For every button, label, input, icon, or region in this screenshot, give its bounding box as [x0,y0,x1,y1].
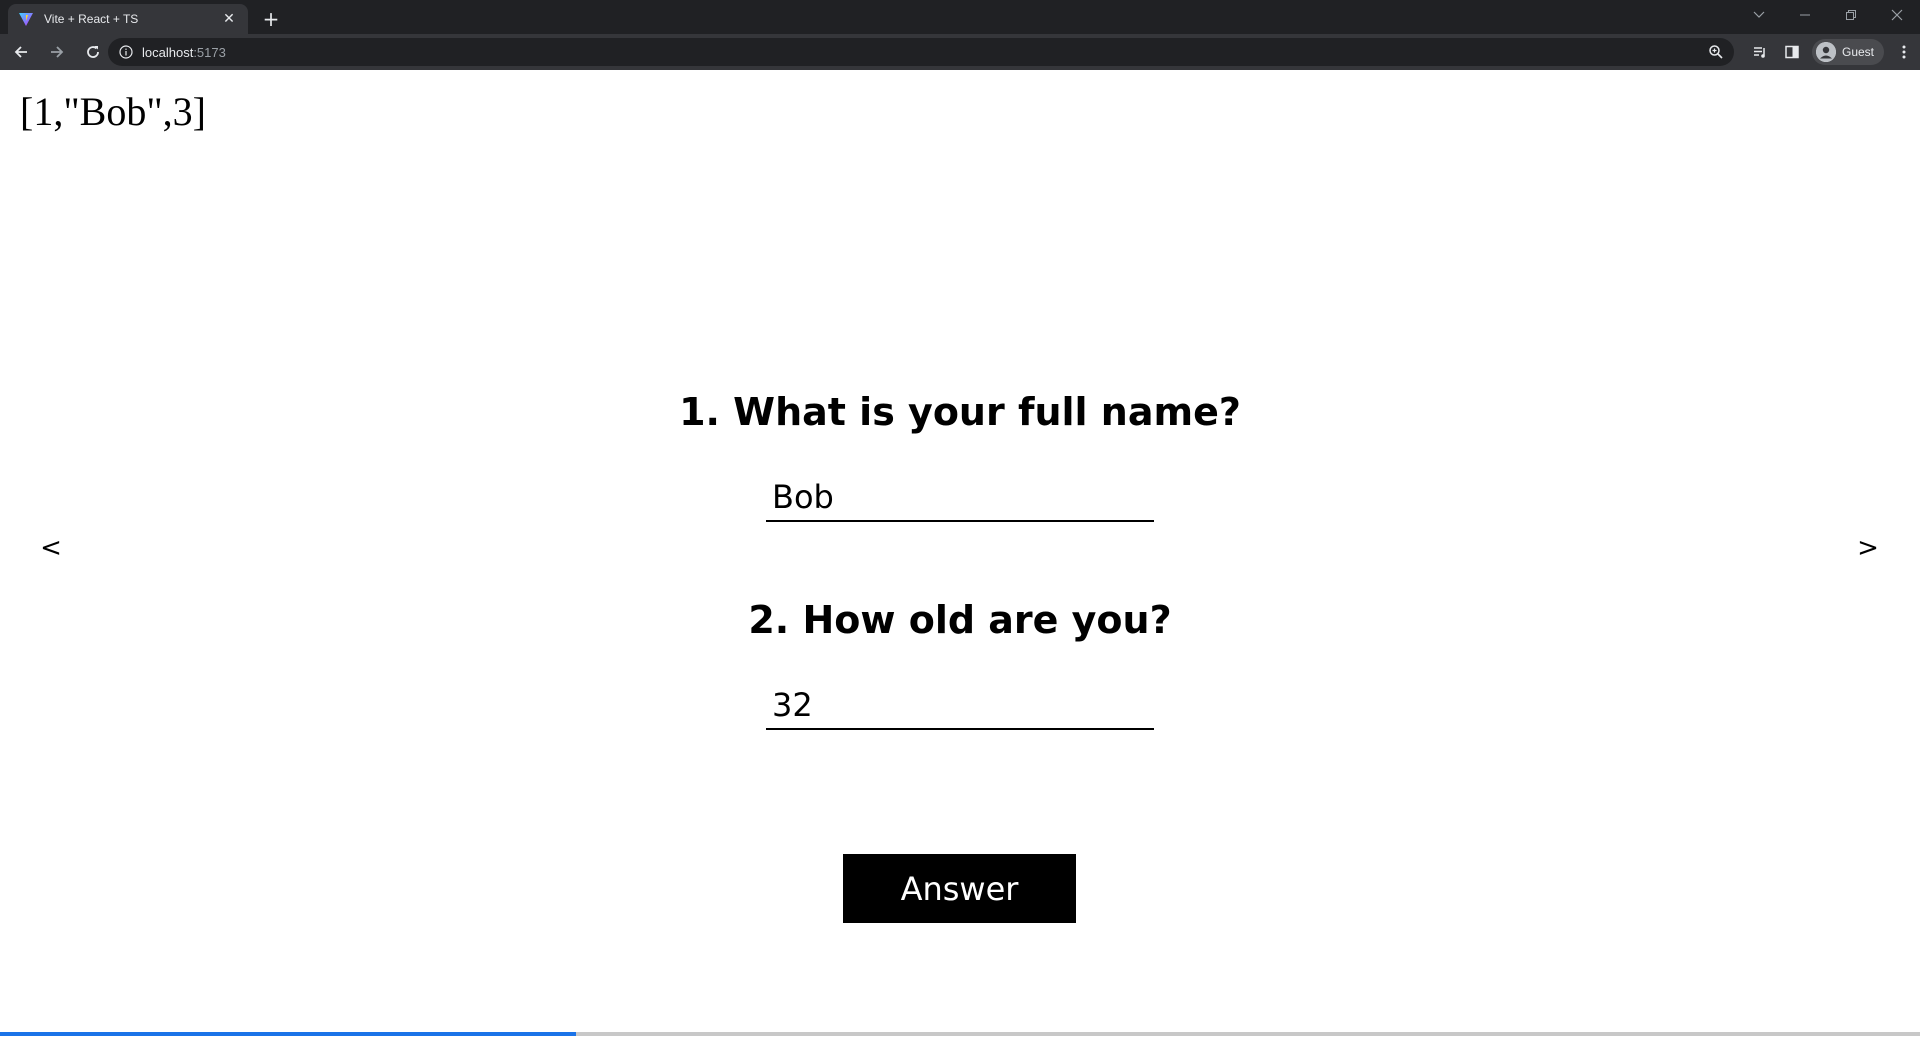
restore-button[interactable] [1828,0,1874,30]
progress-bar [0,1032,1920,1036]
side-panel-icon[interactable] [1776,38,1808,66]
site-info-icon[interactable] [118,44,134,60]
state-debug-output: [1,"Bob",3] [20,89,206,134]
tab-title: Vite + React + TS [44,12,139,26]
media-queue-icon[interactable] [1744,38,1776,66]
new-tab-button[interactable]: + [258,6,284,32]
browser-tab-strip: Vite + React + TS ✕ + [0,0,1920,34]
next-button[interactable]: > [1848,528,1888,568]
tab-close-icon[interactable]: ✕ [220,10,238,28]
previous-button[interactable]: < [31,528,71,568]
answer-button[interactable]: Answer [843,854,1076,923]
question-2-label: 2. How old are you? [748,598,1172,642]
close-window-button[interactable] [1874,0,1920,30]
vite-favicon-icon [18,11,34,27]
page-content: [1,"Bob",3] < > 1. What is your full nam… [0,70,1920,1040]
age-input[interactable] [766,682,1154,730]
full-name-input[interactable] [766,474,1154,522]
profile-label: Guest [1841,45,1874,59]
browser-toolbar: localhost:5173 Guest [0,34,1920,70]
forward-arrow-icon[interactable] [42,38,72,66]
url-host: localhost [142,44,194,60]
toolbar-right: Guest [1744,34,1920,70]
zoom-icon[interactable] [1708,44,1724,60]
url-text: localhost:5173 [142,45,226,60]
window-controls [1736,0,1920,30]
minimize-button[interactable] [1782,0,1828,30]
progress-bar-fill [0,1032,576,1036]
url-port: :5173 [193,44,226,60]
reload-icon[interactable] [78,38,108,66]
question-1-label: 1. What is your full name? [679,390,1241,434]
browser-tab[interactable]: Vite + React + TS ✕ [8,4,248,34]
tab-search-icon[interactable] [1736,0,1782,30]
profile-button[interactable]: Guest [1811,39,1884,65]
address-bar[interactable]: localhost:5173 [108,38,1734,66]
kebab-menu-icon[interactable] [1888,38,1920,66]
guest-avatar-icon [1815,42,1836,62]
back-arrow-icon[interactable] [6,38,36,66]
